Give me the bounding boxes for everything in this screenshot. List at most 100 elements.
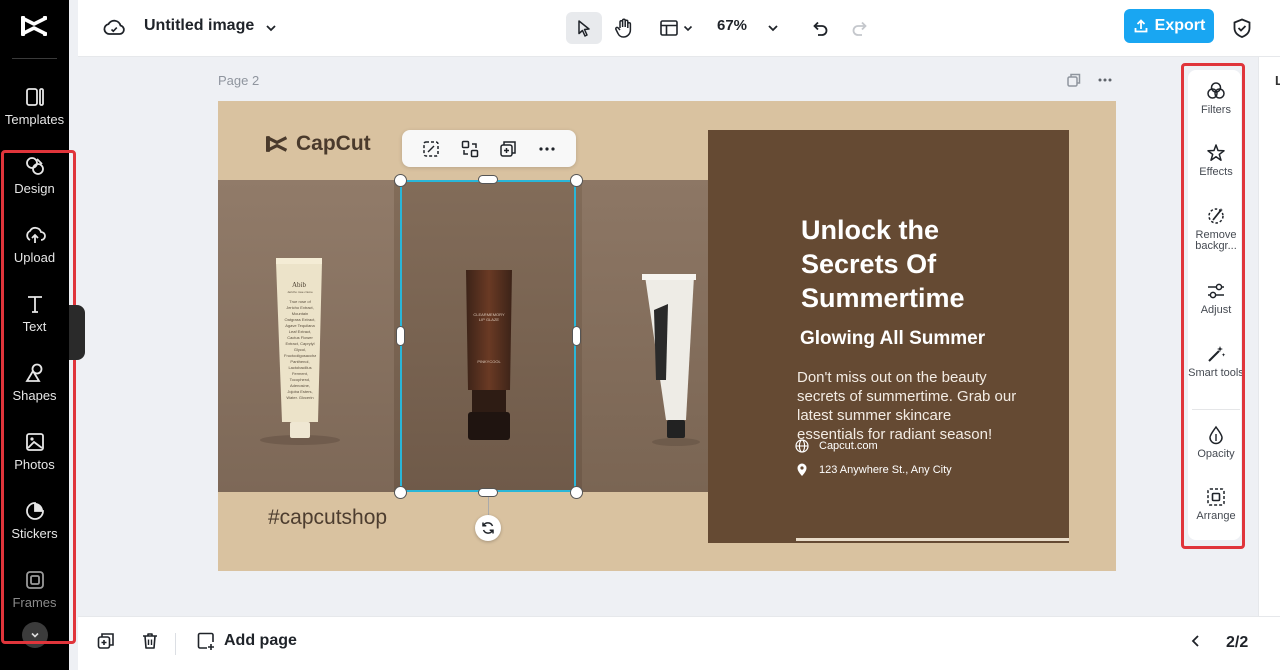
- address-line[interactable]: 123 Anywhere St., Any City: [795, 463, 952, 477]
- sidebar-item-upload[interactable]: Upload: [0, 224, 69, 265]
- tool-opacity[interactable]: Opacity: [1186, 424, 1246, 460]
- sidebar-item-frames[interactable]: Frames: [0, 569, 69, 610]
- sidebar-item-text[interactable]: Text: [0, 293, 69, 334]
- delete-page-button[interactable]: [140, 631, 160, 651]
- redo-button[interactable]: [848, 12, 872, 44]
- bottom-toolbar: Add page 2/2: [78, 616, 1280, 670]
- duplicate-page-bottom-button[interactable]: [96, 631, 116, 651]
- tool-smart-tools[interactable]: Smart tools: [1186, 343, 1246, 379]
- tool-divider: [1192, 409, 1240, 410]
- tool-label: Opacity: [1197, 448, 1235, 460]
- hand-tool-button[interactable]: [610, 12, 638, 44]
- design-icon: [25, 157, 44, 175]
- design-canvas[interactable]: CapCut Abib Jericho rose crème True rose…: [218, 101, 1116, 571]
- tool-remove-background[interactable]: Remove backgr...: [1186, 205, 1246, 252]
- sidebar-collapse-handle[interactable]: [69, 305, 85, 360]
- product-photo-lip-glaze[interactable]: CLEARMEMORY LIP GLAZE PINKYCOOL: [394, 180, 582, 492]
- zoom-level[interactable]: 67%: [717, 17, 747, 34]
- rotate-handle[interactable]: [475, 515, 501, 541]
- website-line[interactable]: Capcut.com: [795, 439, 878, 453]
- duplicate-page-button[interactable]: [1066, 72, 1082, 93]
- layout-dropdown-button[interactable]: [654, 12, 698, 44]
- capcut-logo: [266, 136, 288, 152]
- info-panel[interactable]: Unlock the Secrets Of Summertime Glowing…: [708, 130, 1069, 543]
- lip-glaze-brand: PINKYCOOL: [477, 359, 501, 364]
- resize-handle-top-left[interactable]: [394, 174, 407, 187]
- resize-handle-top[interactable]: [478, 175, 498, 184]
- sidebar-more-button[interactable]: [22, 622, 48, 648]
- sidebar-item-design[interactable]: Design: [0, 155, 69, 196]
- replace-icon[interactable]: [460, 139, 480, 159]
- effects-icon: [1207, 144, 1225, 161]
- sidebar-item-label: Shapes: [12, 388, 57, 403]
- undo-button[interactable]: [808, 12, 832, 44]
- resize-handle-top-right[interactable]: [570, 174, 583, 187]
- cream-tube-subtitle: Jericho rose crème: [287, 291, 313, 294]
- tool-arrange[interactable]: Arrange: [1186, 486, 1246, 522]
- filters-icon: [1207, 82, 1225, 99]
- select-tool-button[interactable]: [566, 12, 602, 44]
- crop-icon[interactable]: [421, 139, 441, 159]
- trash-icon: [143, 633, 157, 649]
- rotate-connector: [488, 497, 489, 515]
- resize-handle-left[interactable]: [396, 326, 405, 346]
- export-button-label: Export: [1154, 17, 1206, 34]
- tool-filters[interactable]: Filters: [1186, 80, 1246, 116]
- resize-handle-bottom[interactable]: [478, 488, 498, 497]
- remove-background-icon: [1208, 208, 1224, 224]
- tool-label: Adjust: [1200, 304, 1232, 316]
- sidebar-item-stickers[interactable]: Stickers: [0, 500, 69, 541]
- hashtag-text[interactable]: #capcutshop: [268, 506, 387, 530]
- left-sidebar: Templates Design Upload Text Shapes Phot…: [0, 0, 69, 670]
- sidebar-divider: [12, 58, 57, 59]
- duplicate-icon[interactable]: [498, 139, 518, 159]
- sidebar-item-photos[interactable]: Photos: [0, 431, 69, 472]
- cloud-save-button[interactable]: [102, 12, 126, 44]
- title-dropdown-button[interactable]: [261, 12, 281, 44]
- panel-divider: [796, 538, 1069, 541]
- sidebar-item-templates[interactable]: Templates: [0, 86, 69, 127]
- subheadline[interactable]: Glowing All Summer: [800, 328, 985, 350]
- canvas-brand[interactable]: CapCut: [264, 132, 371, 156]
- body-text[interactable]: Don't miss out on the beauty secrets of …: [797, 368, 1017, 444]
- shield-icon: [1233, 18, 1251, 38]
- add-page-button[interactable]: Add page: [196, 631, 297, 651]
- security-button[interactable]: [1230, 12, 1254, 44]
- sidebar-item-shapes[interactable]: Shapes: [0, 362, 69, 403]
- export-button[interactable]: Export: [1124, 9, 1214, 43]
- page-label: Page 2: [218, 73, 260, 88]
- page-more-button[interactable]: [1097, 72, 1113, 93]
- zoom-dropdown-button[interactable]: [764, 12, 782, 44]
- headline[interactable]: Unlock the Secrets Of Summertime: [801, 213, 1021, 315]
- resize-handle-right[interactable]: [572, 326, 581, 346]
- text-icon: [27, 296, 42, 313]
- resize-handle-bottom-right[interactable]: [570, 486, 583, 499]
- more-icon[interactable]: [537, 139, 557, 159]
- layout-icon: [659, 20, 678, 36]
- rotate-icon: [482, 522, 494, 534]
- brand-name: CapCut: [296, 132, 371, 155]
- tool-effects[interactable]: Effects: [1186, 142, 1246, 178]
- top-toolbar: Untitled image 67% Export: [78, 0, 1280, 57]
- tool-label: Remove backgr...: [1195, 229, 1237, 252]
- pointer-icon: [578, 20, 590, 37]
- sidebar-item-label: Stickers: [11, 526, 58, 541]
- add-page-label: Add page: [224, 632, 297, 649]
- product-photo-cream[interactable]: Abib Jericho rose crème True rose of Jer…: [218, 180, 394, 492]
- chevron-down-icon: [31, 632, 39, 638]
- shapes-icon: [24, 363, 42, 382]
- capcut-logo[interactable]: [18, 12, 50, 40]
- previous-page-button[interactable]: [1188, 633, 1204, 649]
- chevron-down-icon: [266, 25, 276, 32]
- lip-glaze-label: CLEARMEMORY LIP GLAZE: [473, 312, 505, 322]
- tool-adjust[interactable]: Adjust: [1186, 280, 1246, 316]
- photos-icon: [25, 433, 44, 451]
- document-title[interactable]: Untitled image: [144, 17, 254, 35]
- resize-handle-bottom-left[interactable]: [394, 486, 407, 499]
- chevron-down-icon: [683, 25, 692, 32]
- smart-tools-icon: [1208, 346, 1226, 362]
- sidebar-item-label: Design: [14, 181, 55, 196]
- stickers-icon: [25, 502, 44, 520]
- hand-icon: [615, 18, 632, 38]
- element-floating-toolbar: [402, 130, 576, 167]
